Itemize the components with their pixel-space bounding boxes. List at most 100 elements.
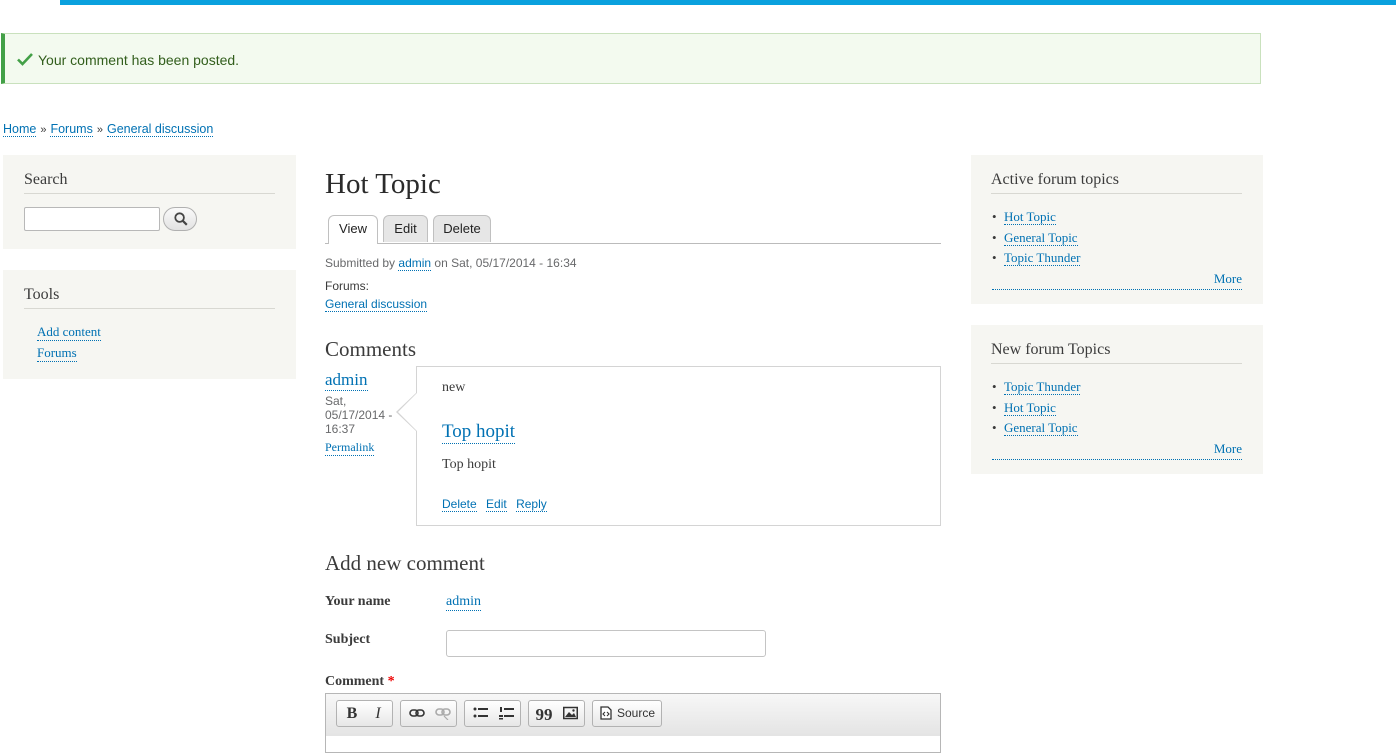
list-item: General Topic bbox=[992, 229, 1080, 251]
comment-delete-link[interactable]: Delete bbox=[442, 497, 477, 512]
new-marker: new bbox=[442, 380, 466, 395]
tab-delete[interactable]: Delete bbox=[433, 215, 491, 242]
submitted-info: Submitted by admin on Sat, 05/17/2014 - … bbox=[325, 256, 577, 271]
unlink-button[interactable] bbox=[429, 701, 455, 726]
image-button[interactable] bbox=[557, 701, 583, 726]
active-topic-link[interactable]: Topic Thunder bbox=[1004, 250, 1081, 266]
bold-button[interactable]: B bbox=[339, 701, 365, 726]
unlink-icon bbox=[435, 708, 451, 720]
search-icon bbox=[174, 212, 188, 226]
add-comment-heading: Add new comment bbox=[325, 551, 485, 575]
italic-button[interactable]: I bbox=[365, 701, 391, 726]
divider bbox=[24, 193, 275, 194]
more-row: More bbox=[992, 271, 1242, 290]
breadcrumb-forums[interactable]: Forums bbox=[50, 122, 93, 137]
new-topics-list: Topic Thunder Hot Topic General Topic bbox=[992, 379, 1081, 441]
check-icon bbox=[17, 53, 33, 66]
comment-body: Top hopit bbox=[442, 457, 496, 472]
toolbar-group-basic: B I bbox=[336, 700, 393, 727]
status-text: Your comment has been posted. bbox=[38, 52, 240, 68]
divider bbox=[24, 308, 275, 309]
source-button[interactable]: Source bbox=[593, 701, 663, 726]
search-block-title: Search bbox=[24, 171, 68, 188]
forum-link[interactable]: General discussion bbox=[325, 297, 428, 312]
toolbar-group-lists bbox=[464, 700, 521, 727]
comment-label-text: Comment bbox=[325, 674, 385, 689]
required-marker: * bbox=[387, 674, 395, 689]
new-topic-link[interactable]: Topic Thunder bbox=[1004, 379, 1081, 395]
comment-pointer-fill bbox=[398, 393, 417, 431]
new-topics-title: New forum Topics bbox=[991, 341, 1111, 358]
search-input[interactable] bbox=[24, 207, 160, 231]
divider bbox=[991, 193, 1242, 194]
numbered-list-button[interactable] bbox=[493, 701, 519, 726]
comment-edit-link[interactable]: Edit bbox=[486, 497, 507, 512]
link-icon bbox=[409, 709, 425, 717]
new-topics-block: New forum Topics Topic Thunder Hot Topic… bbox=[971, 325, 1263, 474]
your-name-link[interactable]: admin bbox=[446, 594, 481, 611]
comment-subject-link[interactable]: Top hopit bbox=[442, 421, 516, 444]
list-item: Hot Topic bbox=[992, 209, 1080, 230]
node-tabs: View Edit Delete bbox=[325, 215, 941, 244]
list-item: Topic Thunder bbox=[992, 379, 1081, 400]
toolbar-group-source: Source bbox=[592, 700, 662, 727]
new-topic-link[interactable]: General Topic bbox=[1004, 420, 1078, 436]
source-label: Source bbox=[617, 706, 656, 720]
list-item: Topic Thunder bbox=[992, 250, 1081, 271]
tab-view[interactable]: View bbox=[328, 215, 378, 244]
status-message: Your comment has been posted. bbox=[1, 33, 1261, 84]
top-bar bbox=[0, 0, 1396, 5]
tools-add-content-link[interactable]: Add content bbox=[37, 324, 101, 341]
divider bbox=[991, 363, 1242, 364]
source-icon bbox=[600, 706, 612, 720]
active-topic-link[interactable]: Hot Topic bbox=[1004, 209, 1056, 225]
new-topic-link[interactable]: Hot Topic bbox=[1004, 399, 1056, 416]
author-link[interactable]: admin bbox=[398, 256, 432, 271]
bulleted-list-icon bbox=[473, 707, 488, 718]
breadcrumb: Home» Forums» General discussion bbox=[3, 122, 214, 137]
submitted-prefix: Submitted by bbox=[325, 256, 396, 270]
search-button[interactable] bbox=[163, 207, 197, 231]
blockquote-button[interactable]: 99 bbox=[531, 701, 557, 726]
bulleted-list-button[interactable] bbox=[467, 701, 493, 726]
comment-editor[interactable]: B I 99 Source bbox=[325, 693, 941, 753]
active-topics-block: Active forum topics Hot Topic General To… bbox=[971, 155, 1263, 304]
active-topic-link[interactable]: General Topic bbox=[1004, 229, 1078, 246]
comment-author-link[interactable]: admin bbox=[325, 370, 368, 391]
tab-edit[interactable]: Edit bbox=[383, 215, 428, 242]
breadcrumb-separator: » bbox=[96, 124, 103, 136]
comment-reply-link[interactable]: Reply bbox=[516, 497, 547, 512]
breadcrumb-home[interactable]: Home bbox=[3, 122, 37, 137]
comment-box: new Top hopit Top hopit Delete Edit Repl… bbox=[416, 366, 941, 526]
comment-label: Comment * bbox=[325, 674, 395, 690]
active-topics-title: Active forum topics bbox=[991, 171, 1119, 188]
search-block: Search bbox=[3, 155, 296, 249]
list-item: General Topic bbox=[992, 420, 1080, 441]
numbered-list-icon bbox=[499, 707, 514, 720]
tools-block: Tools Add content Forums bbox=[3, 270, 296, 379]
new-topics-more-link[interactable]: More bbox=[1214, 441, 1242, 457]
toolbar-group-links bbox=[400, 700, 457, 727]
comments-heading: Comments bbox=[325, 337, 417, 361]
toolbar-group-blocks: 99 bbox=[528, 700, 585, 727]
link-button[interactable] bbox=[403, 701, 429, 726]
breadcrumb-general-discussion[interactable]: General discussion bbox=[106, 122, 214, 137]
active-topics-list: Hot Topic General Topic Topic Thunder bbox=[992, 209, 1081, 271]
subject-label: Subject bbox=[325, 632, 371, 647]
page-title: Hot Topic bbox=[325, 168, 441, 200]
comment-links: Delete Edit Reply bbox=[442, 497, 553, 512]
tools-forums-link[interactable]: Forums bbox=[37, 345, 77, 362]
subject-input[interactable] bbox=[446, 630, 766, 657]
submitted-date: on Sat, 05/17/2014 - 16:34 bbox=[434, 256, 577, 270]
comment-date: Sat, 05/17/2014 - 16:37 bbox=[325, 394, 393, 436]
breadcrumb-separator: » bbox=[40, 124, 47, 136]
your-name-label: Your name bbox=[325, 594, 391, 609]
active-topics-more-link[interactable]: More bbox=[1214, 271, 1242, 287]
tools-block-title: Tools bbox=[24, 286, 60, 303]
comment-permalink[interactable]: Permalink bbox=[325, 440, 375, 456]
forums-label: Forums: bbox=[325, 279, 370, 293]
image-icon bbox=[563, 706, 578, 720]
list-item: Hot Topic bbox=[992, 399, 1080, 421]
top-bar-tab bbox=[0, 0, 60, 5]
more-row: More bbox=[992, 441, 1242, 460]
